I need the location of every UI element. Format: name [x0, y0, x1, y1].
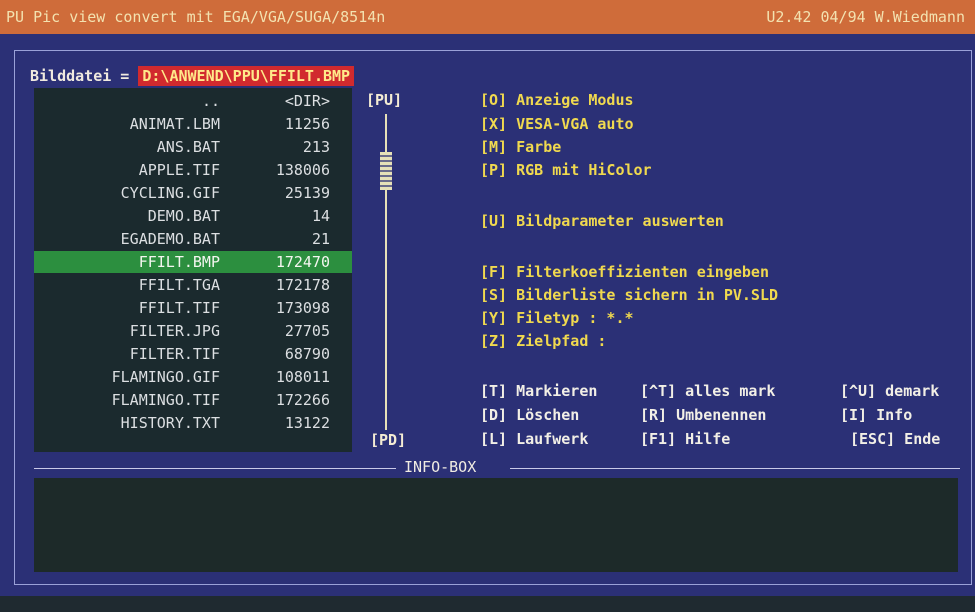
menu-rgb-hicolor[interactable]: [P] RGB mit HiColor	[480, 160, 652, 180]
menu-filter-coefficients[interactable]: [F] Filterkoeffizienten eingeben	[480, 262, 769, 282]
file-size: 27705	[284, 322, 330, 340]
app-title: PU Pic view convert mit EGA/VGA/SUGA/851…	[6, 8, 386, 26]
file-path-row: Bilddatei = D:\ANWEND\PPU\FFILT.BMP	[30, 66, 355, 88]
file-name: ANIMAT.LBM	[129, 115, 220, 133]
file-name: ANS.BAT	[156, 138, 220, 156]
menu-mark[interactable]: [T] Markieren	[480, 381, 597, 401]
info-box-divider-right	[510, 468, 960, 469]
menu-save-image-list[interactable]: [S] Bilderliste sichern in PV.SLD	[480, 285, 778, 305]
info-box-divider-left	[34, 468, 396, 469]
file-row[interactable]: FLAMINGO.GIF 108011	[34, 366, 352, 388]
menu-info[interactable]: [I] Info	[840, 405, 912, 425]
menu-image-parameters[interactable]: [U] Bildparameter auswerten	[480, 211, 724, 231]
file-row[interactable]: HISTORY.TXT 13122	[34, 412, 352, 434]
file-name: EGADEMO.BAT	[120, 230, 220, 248]
file-name: FLAMINGO.GIF	[111, 368, 220, 386]
menu-file-type[interactable]: [Y] Filetyp : *.*	[480, 308, 634, 328]
page-up-button[interactable]: [PU]	[366, 90, 402, 110]
file-size: 68790	[284, 345, 330, 363]
file-name: FFILT.TIF	[138, 299, 220, 317]
menu-rename[interactable]: [R] Umbenennen	[640, 405, 766, 425]
menu-display-mode[interactable]: [O] Anzeige Modus	[480, 90, 634, 110]
file-size: 11256	[284, 115, 330, 133]
file-name: FILTER.JPG	[129, 322, 220, 340]
file-name: FFILT.TGA	[138, 276, 220, 294]
menu-drive[interactable]: [L] Laufwerk	[480, 429, 588, 449]
file-name: APPLE.TIF	[138, 161, 220, 179]
status-strip	[0, 596, 975, 612]
file-row[interactable]: FLAMINGO.TIF 172266	[34, 389, 352, 411]
menu-mark-all[interactable]: [^T] alles mark	[640, 381, 775, 401]
info-box	[34, 478, 958, 572]
file-size: 108011	[275, 368, 330, 386]
file-row[interactable]: EGADEMO.BAT 21	[34, 228, 352, 250]
file-size: 13122	[284, 414, 330, 432]
menu-delete[interactable]: [D] Löschen	[480, 405, 579, 425]
file-list[interactable]: .. <DIR> ANIMAT.LBM 11256 ANS.BAT 213 APPLE.TI…	[34, 88, 352, 452]
file-size: 172178	[275, 276, 330, 294]
menu-target-path[interactable]: [Z] Zielpfad :	[480, 331, 606, 351]
file-size: 213	[302, 138, 330, 156]
menu-help[interactable]: [F1] Hilfe	[640, 429, 730, 449]
scrollbar-thumb[interactable]	[380, 152, 392, 190]
file-size: 172470	[275, 253, 330, 271]
page-down-button[interactable]: [PD]	[370, 430, 406, 450]
file-row[interactable]: FILTER.JPG 27705	[34, 320, 352, 342]
file-row[interactable]: ANS.BAT 213	[34, 136, 352, 158]
file-name: FLAMINGO.TIF	[111, 391, 220, 409]
file-row[interactable]: CYCLING.GIF 25139	[34, 182, 352, 204]
file-path-label: Bilddatei =	[30, 67, 139, 85]
file-row[interactable]: DEMO.BAT 14	[34, 205, 352, 227]
file-row[interactable]: FFILT.TGA 172178	[34, 274, 352, 296]
menu-vesa-vga[interactable]: [X] VESA-VGA auto	[480, 114, 634, 134]
file-name: HISTORY.TXT	[120, 414, 220, 432]
file-size: 25139	[284, 184, 330, 202]
file-row[interactable]: FFILT.TIF 173098	[34, 297, 352, 319]
file-path-input[interactable]: D:\ANWEND\PPU\FFILT.BMP	[138, 66, 355, 86]
info-box-title: INFO-BOX	[404, 458, 477, 476]
file-size: <DIR>	[284, 92, 330, 110]
file-size: 21	[311, 230, 330, 248]
file-name: FFILT.BMP	[138, 253, 220, 271]
file-row[interactable]: ANIMAT.LBM 11256	[34, 113, 352, 135]
file-row[interactable]: FFILT.BMP 172470	[34, 251, 352, 273]
menu-color[interactable]: [M] Farbe	[480, 137, 561, 157]
file-size: 14	[311, 207, 330, 225]
file-row[interactable]: APPLE.TIF 138006	[34, 159, 352, 181]
file-row[interactable]: FILTER.TIF 68790	[34, 343, 352, 365]
menu-row-drive: [L] Laufwerk [F1] Hilfe [ESC] Ende	[480, 429, 970, 449]
menu-row-delete: [D] Löschen [R] Umbenennen [I] Info	[480, 405, 970, 425]
file-name: CYCLING.GIF	[120, 184, 220, 202]
version-info: U2.42 04/94 W.Wiedmann	[766, 8, 965, 26]
file-size: 172266	[275, 391, 330, 409]
file-name: ..	[201, 92, 220, 110]
file-size: 138006	[275, 161, 330, 179]
file-size: 173098	[275, 299, 330, 317]
file-name: FILTER.TIF	[129, 345, 220, 363]
menu-row-mark: [T] Markieren [^T] alles mark [^U] demar…	[480, 381, 970, 401]
file-name: DEMO.BAT	[147, 207, 220, 225]
file-row[interactable]: .. <DIR>	[34, 90, 352, 112]
menu-unmark[interactable]: [^U] demark	[840, 381, 939, 401]
menu-exit[interactable]: [ESC] Ende	[850, 429, 940, 449]
title-bar: PU Pic view convert mit EGA/VGA/SUGA/851…	[0, 0, 975, 34]
